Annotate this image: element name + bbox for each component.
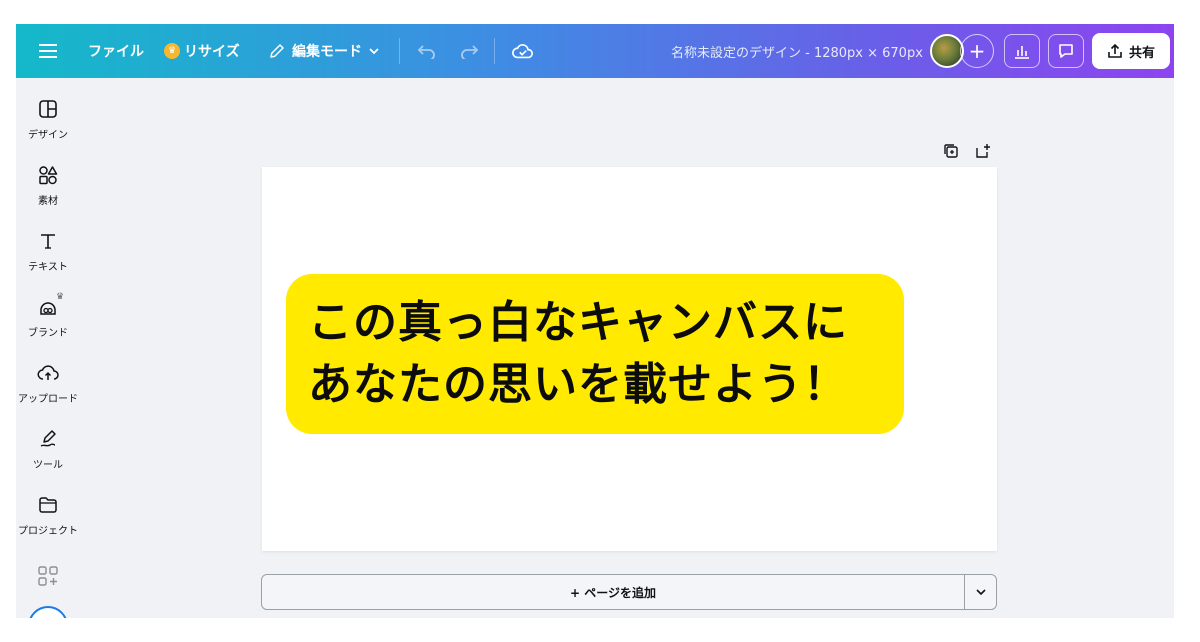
canvas-text-line-1: この真っ白なキャンバスに [308,297,848,348]
chevron-down-icon [975,589,986,596]
text-highlight-box[interactable]: この真っ白なキャンバスに あなたの思いを載せよう！ [286,274,904,434]
bar-chart-icon [1015,46,1029,59]
avatar[interactable] [930,34,964,68]
undo-icon[interactable] [414,24,440,78]
add-page-options-button[interactable] [964,575,996,609]
apps-icon[interactable] [36,564,60,588]
canvas-text-line-2: あなたの思いを載せよう！ [308,359,848,410]
page-tools [942,142,992,160]
duplicate-page-icon[interactable] [942,142,960,160]
elements-icon [39,166,58,185]
add-collaborator-button[interactable]: + [960,34,994,68]
design-canvas[interactable]: この真っ白なキャンバスに あなたの思いを載せよう！ [262,167,997,551]
sidebar-item-label: テキスト [28,262,68,273]
edit-mode-label: 編集モード [292,44,362,60]
redo-icon[interactable] [456,24,482,78]
share-button[interactable]: 共有 [1092,33,1170,69]
text-icon [41,234,55,249]
sidebar-item-text[interactable]: テキスト [16,230,80,286]
magic-assistant-icon[interactable] [28,606,68,618]
file-menu-button[interactable]: ファイル [88,24,144,78]
sidebar-item-label: アップロード [18,394,78,405]
folder-icon [39,497,57,513]
resize-label: リサイズ [184,44,240,60]
share-label: 共有 [1128,45,1155,61]
document-title[interactable]: 名称未設定のデザイン - 1280px × 670px [671,24,923,78]
sidebar-item-label: 素材 [38,196,58,207]
sidebar-item-brand[interactable]: ♛ ブランド [16,292,80,352]
pencil-icon [270,44,284,58]
sidebar-item-tools[interactable]: ツール [16,428,80,484]
crown-icon: ♛ [56,292,65,302]
insights-button[interactable] [1004,34,1040,68]
menu-icon[interactable] [34,24,62,78]
add-page-icon[interactable] [974,142,992,160]
sidebar-item-elements[interactable]: 素材 [16,164,80,220]
resize-button[interactable]: ♛ リサイズ [164,24,240,78]
toolbar-divider [494,38,495,64]
sidebar-item-projects[interactable]: プロジェクト [16,494,80,550]
left-sidebar: デザイン 素材 テキスト ♛ ブランド アップロード ツール プロジェクト [16,78,80,618]
chevron-down-icon [369,48,379,55]
sidebar-item-label: プロジェクト [18,526,78,537]
toolbar-divider [399,38,400,64]
sidebar-item-label: デザイン [28,130,68,141]
sidebar-item-label: ツール [33,460,63,471]
edit-mode-dropdown[interactable]: 編集モード [268,24,380,78]
upload-cloud-icon [37,365,59,380]
layout-icon [39,100,57,118]
top-toolbar: ファイル ♛ リサイズ 編集モード 名称未設定のデザイン - 1280px × … [16,24,1174,78]
crown-icon: ♛ [164,43,180,59]
editor-app: ファイル ♛ リサイズ 編集モード 名称未設定のデザイン - 1280px × … [16,24,1174,618]
share-icon [1108,43,1122,58]
sidebar-item-design[interactable]: デザイン [16,98,80,154]
add-page-bar: + ページを追加 [261,574,997,610]
comment-icon [1059,44,1073,58]
comment-button[interactable] [1048,34,1084,68]
sidebar-item-upload[interactable]: アップロード [16,362,80,418]
cloud-saved-icon[interactable] [510,24,536,78]
add-page-button[interactable]: + ページを追加 [262,575,964,609]
draw-icon [40,430,56,447]
sidebar-item-label: ブランド [28,328,68,339]
